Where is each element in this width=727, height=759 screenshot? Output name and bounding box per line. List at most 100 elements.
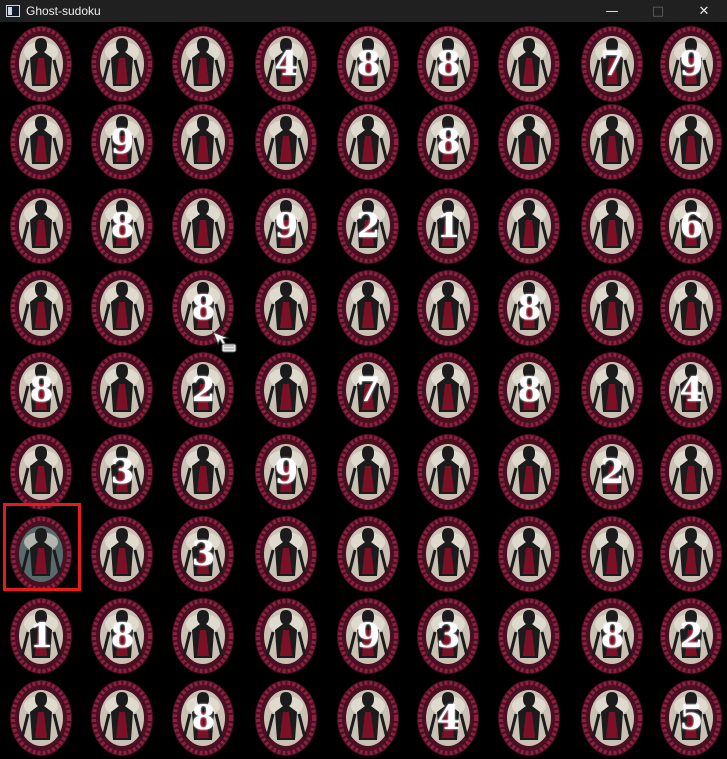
sudoku-cell-r8-c1[interactable]: 1	[1, 596, 81, 676]
close-icon[interactable]: ✕	[681, 0, 727, 22]
sudoku-cell-r6-c1[interactable]	[1, 432, 81, 512]
sudoku-cell-r1-c1[interactable]	[1, 24, 81, 104]
sudoku-cell-r3-c8[interactable]	[572, 186, 652, 266]
sudoku-cell-r3-c6[interactable]: 1	[408, 186, 488, 266]
sudoku-cell-r3-c5[interactable]: 2	[328, 186, 408, 266]
ghost-portrait-icon	[91, 680, 153, 756]
sudoku-cell-r7-c5[interactable]	[328, 514, 408, 594]
sudoku-cell-r1-c4[interactable]: 4	[246, 24, 326, 104]
sudoku-cell-r7-c6[interactable]	[408, 514, 488, 594]
sudoku-cell-r3-c7[interactable]	[489, 186, 569, 266]
sudoku-cell-r3-c4[interactable]: 9	[246, 186, 326, 266]
sudoku-cell-r8-c8[interactable]: 8	[572, 596, 652, 676]
sudoku-cell-r8-c9[interactable]: 2	[651, 596, 727, 676]
ghost-portrait-icon	[581, 680, 643, 756]
sudoku-cell-r7-c4[interactable]	[246, 514, 326, 594]
ghost-portrait-icon	[498, 680, 560, 756]
ghost-portrait-icon	[172, 598, 234, 674]
sudoku-cell-r9-c8[interactable]	[572, 678, 652, 758]
sudoku-cell-r2-c8[interactable]	[572, 102, 652, 182]
sudoku-cell-r7-c8[interactable]	[572, 514, 652, 594]
sudoku-cell-r2-c7[interactable]	[489, 102, 569, 182]
sudoku-cell-r8-c4[interactable]	[246, 596, 326, 676]
sudoku-cell-r7-c3[interactable]: 3	[163, 514, 243, 594]
sudoku-cell-r7-c2[interactable]	[82, 514, 162, 594]
ghost-portrait-icon	[255, 352, 317, 428]
sudoku-cell-r6-c5[interactable]	[328, 432, 408, 512]
ghost-portrait-icon	[417, 270, 479, 346]
ghost-portrait-icon	[255, 516, 317, 592]
sudoku-cell-r1-c9[interactable]: 9	[651, 24, 727, 104]
sudoku-cell-r7-c9[interactable]	[651, 514, 727, 594]
sudoku-cell-r5-c9[interactable]: 4	[651, 350, 727, 430]
sudoku-cell-r8-c6[interactable]: 3	[408, 596, 488, 676]
sudoku-cell-r5-c5[interactable]: 7	[328, 350, 408, 430]
sudoku-cell-r2-c9[interactable]	[651, 102, 727, 182]
sudoku-cell-r9-c9[interactable]: 5	[651, 678, 727, 758]
sudoku-cell-r5-c2[interactable]	[82, 350, 162, 430]
sudoku-cell-r6-c8[interactable]: 2	[572, 432, 652, 512]
sudoku-cell-r4-c7[interactable]: 8	[489, 268, 569, 348]
sudoku-cell-r6-c2[interactable]: 3	[82, 432, 162, 512]
sudoku-cell-r9-c2[interactable]	[82, 678, 162, 758]
sudoku-cell-r1-c6[interactable]: 8	[408, 24, 488, 104]
ghost-portrait-icon	[498, 434, 560, 510]
sudoku-cell-r4-c6[interactable]	[408, 268, 488, 348]
sudoku-cell-r4-c4[interactable]	[246, 268, 326, 348]
ghost-portrait-icon	[255, 26, 317, 102]
sudoku-cell-r4-c2[interactable]	[82, 268, 162, 348]
ghost-portrait-icon	[172, 516, 234, 592]
sudoku-cell-r2-c6[interactable]: 8	[408, 102, 488, 182]
sudoku-cell-r2-c2[interactable]: 9	[82, 102, 162, 182]
sudoku-cell-r2-c1[interactable]	[1, 102, 81, 182]
sudoku-cell-r2-c4[interactable]	[246, 102, 326, 182]
sudoku-cell-r6-c4[interactable]: 9	[246, 432, 326, 512]
mouse-cursor-icon	[212, 331, 237, 353]
sudoku-cell-r6-c7[interactable]	[489, 432, 569, 512]
sudoku-cell-r4-c1[interactable]	[1, 268, 81, 348]
sudoku-cell-r5-c3[interactable]: 2	[163, 350, 243, 430]
sudoku-cell-r1-c8[interactable]: 7	[572, 24, 652, 104]
sudoku-cell-r5-c1[interactable]: 8	[1, 350, 81, 430]
ghost-portrait-icon	[581, 104, 643, 180]
sudoku-cell-r8-c7[interactable]	[489, 596, 569, 676]
ghost-portrait-icon	[498, 352, 560, 428]
sudoku-cell-r3-c1[interactable]	[1, 186, 81, 266]
sudoku-cell-r1-c2[interactable]	[82, 24, 162, 104]
sudoku-cell-r6-c3[interactable]	[163, 432, 243, 512]
sudoku-cell-r1-c3[interactable]	[163, 24, 243, 104]
sudoku-cell-r9-c7[interactable]	[489, 678, 569, 758]
sudoku-cell-r3-c9[interactable]: 6	[651, 186, 727, 266]
sudoku-cell-r5-c8[interactable]	[572, 350, 652, 430]
sudoku-cell-r9-c6[interactable]: 4	[408, 678, 488, 758]
sudoku-cell-r9-c1[interactable]	[1, 678, 81, 758]
minimize-icon[interactable]: —	[589, 0, 635, 22]
sudoku-cell-r8-c2[interactable]: 8	[82, 596, 162, 676]
ghost-portrait-icon	[337, 516, 399, 592]
ghost-portrait-icon	[10, 270, 72, 346]
sudoku-cell-r2-c5[interactable]	[328, 102, 408, 182]
sudoku-cell-r9-c4[interactable]	[246, 678, 326, 758]
sudoku-cell-r3-c3[interactable]	[163, 186, 243, 266]
sudoku-cell-r2-c3[interactable]	[163, 102, 243, 182]
sudoku-cell-r4-c5[interactable]	[328, 268, 408, 348]
sudoku-cell-r5-c4[interactable]	[246, 350, 326, 430]
sudoku-cell-r8-c5[interactable]: 9	[328, 596, 408, 676]
ghost-portrait-icon	[10, 680, 72, 756]
ghost-portrait-icon	[91, 434, 153, 510]
sudoku-cell-r5-c6[interactable]	[408, 350, 488, 430]
sudoku-cell-r3-c2[interactable]: 8	[82, 186, 162, 266]
sudoku-cell-r4-c9[interactable]	[651, 268, 727, 348]
sudoku-cell-r7-c7[interactable]	[489, 514, 569, 594]
sudoku-cell-r1-c5[interactable]: 8	[328, 24, 408, 104]
ghost-portrait-icon	[172, 188, 234, 264]
maximize-icon[interactable]: □	[635, 0, 681, 22]
sudoku-cell-r8-c3[interactable]	[163, 596, 243, 676]
sudoku-cell-r5-c7[interactable]: 8	[489, 350, 569, 430]
sudoku-cell-r6-c6[interactable]	[408, 432, 488, 512]
sudoku-cell-r9-c3[interactable]: 8	[163, 678, 243, 758]
sudoku-cell-r4-c8[interactable]	[572, 268, 652, 348]
sudoku-cell-r9-c5[interactable]	[328, 678, 408, 758]
sudoku-cell-r6-c9[interactable]	[651, 432, 727, 512]
sudoku-cell-r1-c7[interactable]	[489, 24, 569, 104]
